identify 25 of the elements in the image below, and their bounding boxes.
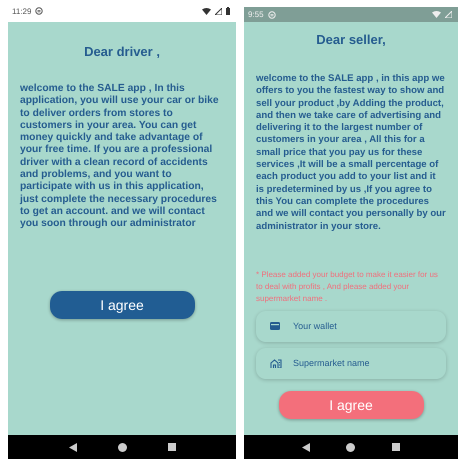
wifi-icon: [432, 11, 441, 18]
note-text: * Please added your budget to make it easier for us to deal with profits , And please added your supermarket name .: [256, 268, 439, 305]
notification-icon: [35, 7, 44, 15]
notification-icon: [268, 10, 276, 18]
recents-icon[interactable]: [392, 443, 400, 451]
home-icon[interactable]: [346, 442, 356, 452]
welcome-text: welcome to the SALE app , In this application, you will use your car or bike to deliver orders from stores to customers in your area. You can get money quickly and take advantage of your free time. If you are a professional driver with a clean record of accidents and problems, and you want to participate with us in this application, just complete the necessary procedures to get an account. and we will contact you soon through our administrator: [20, 83, 220, 231]
signal-icon: [215, 8, 222, 14]
home-icon[interactable]: [118, 442, 126, 452]
wifi-icon: [202, 8, 211, 14]
recents-icon[interactable]: [168, 443, 176, 451]
welcome-text: welcome to the SALE app , in this app we offers to you the fastest way to show and sell your product ,by Adding the product, and then we take care of advertising and delivering it to the largest number of customers in your area , All this for a small price that you pay us for these services ,It will be a small percentage of each product you add to your list and it is predetermined by us ,If you agree to this You can complete the procedures and we will contact you personally by our administrator in your store.: [256, 73, 446, 233]
supermarket-name-field[interactable]: Supermarket name: [256, 348, 446, 379]
back-icon[interactable]: [302, 442, 310, 452]
wallet-field[interactable]: Your wallet: [256, 310, 446, 342]
status-time: 11:29: [12, 6, 32, 16]
signal-icon: [445, 11, 452, 18]
status-time: 9:55: [248, 10, 264, 19]
battery-icon: [226, 7, 230, 15]
greeting-title: Dear driver ,: [84, 44, 160, 59]
back-icon[interactable]: [68, 442, 76, 452]
wallet-icon: [270, 322, 280, 330]
agree-button[interactable]: I agree: [50, 290, 194, 319]
greeting-title: Dear seller,: [316, 32, 386, 47]
store-icon: [270, 358, 282, 368]
